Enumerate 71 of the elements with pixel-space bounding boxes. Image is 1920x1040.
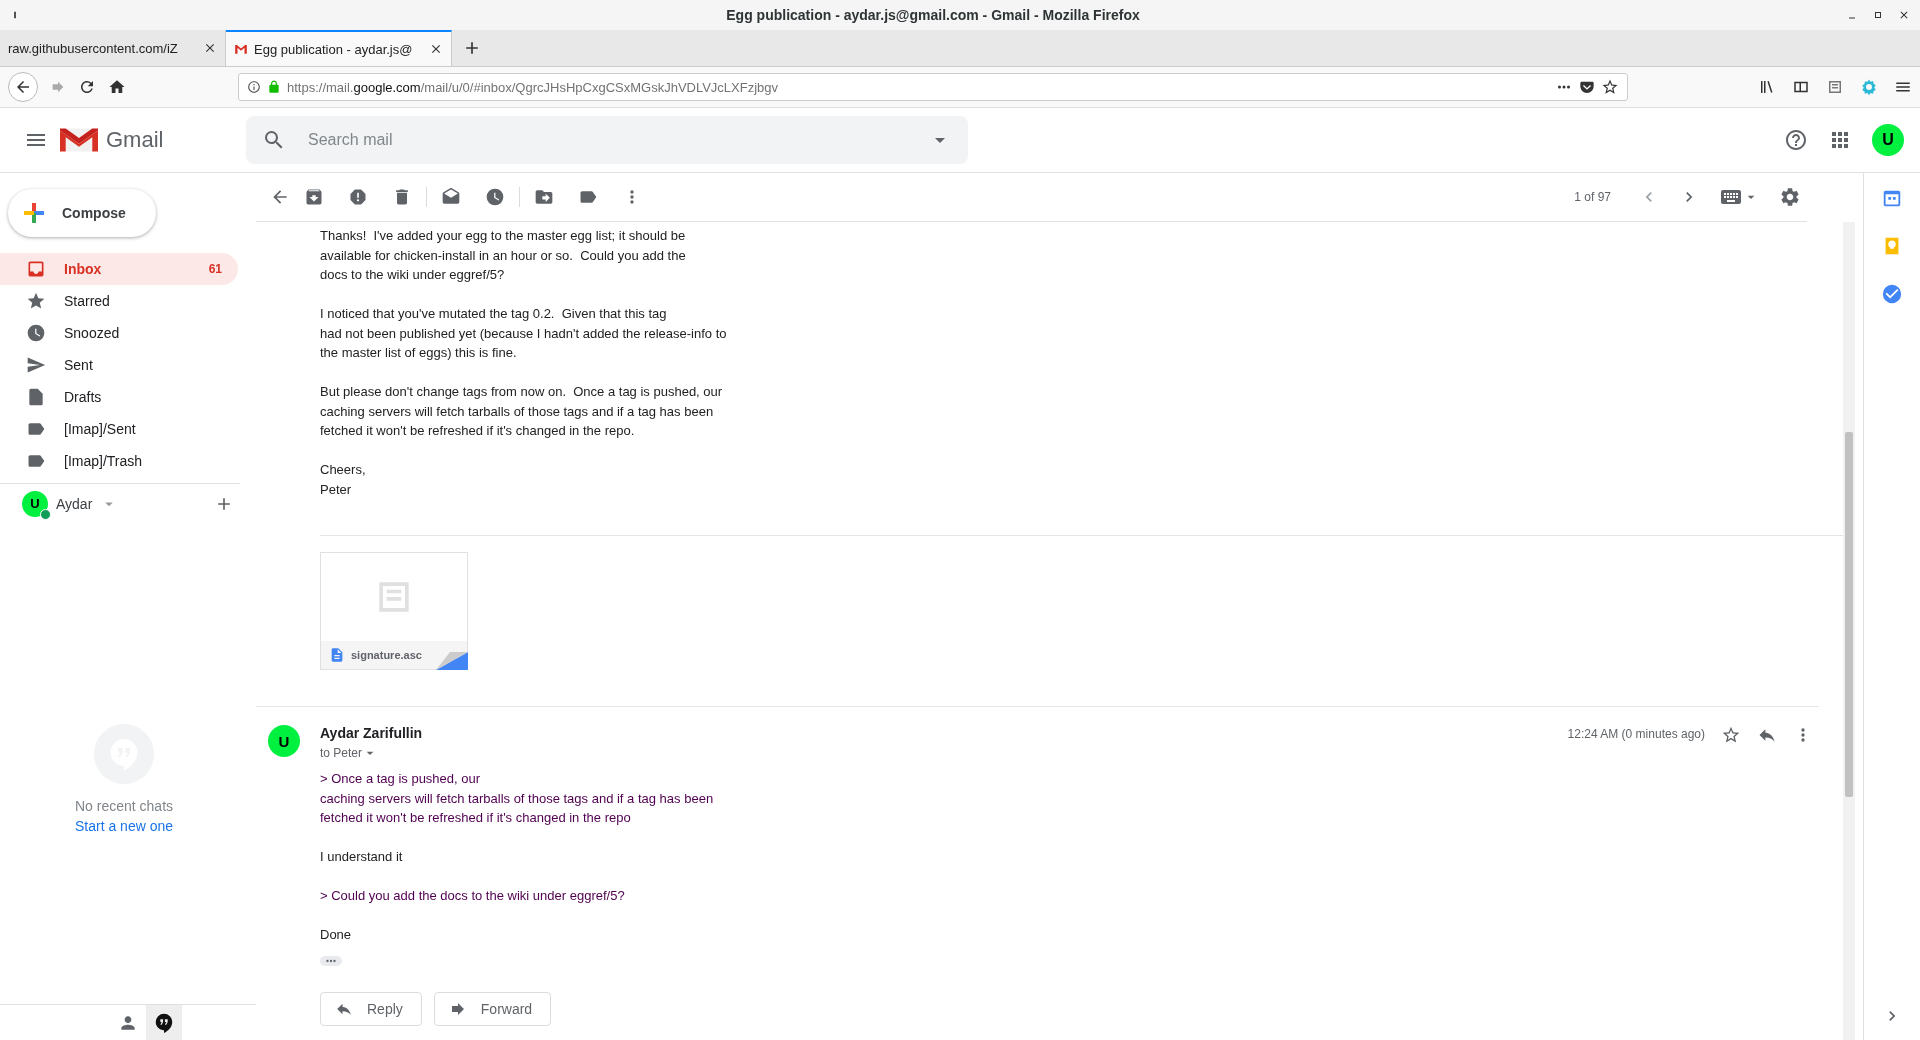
message-paragraph: Done <box>320 926 353 944</box>
compose-button[interactable]: Compose <box>8 189 156 237</box>
message-paragraph: But please don't change tags from now on. Once a tag is pushed, our caching servers will fetch tarballs of those tags and if a tag has been fetched it won't be refreshed if it's changed in the repo. <box>320 383 724 440</box>
folder-item[interactable]: Snoozed <box>0 317 238 349</box>
quote-icon <box>153 1011 175 1034</box>
message-time: 12:24 AM (0 minutes ago) <box>1567 727 1705 741</box>
reply-button[interactable]: Reply <box>320 992 422 1026</box>
start-chat-link[interactable]: Start a new one <box>74 818 174 834</box>
chat-tab[interactable] <box>146 1005 182 1040</box>
pocket-icon[interactable] <box>1579 79 1595 95</box>
account-avatar[interactable]: U <box>1872 124 1904 156</box>
address-bar[interactable]: https://mail.google.com/mail/u/0/#inbox/QgrcJHsHpCxgCSxMGskJhVDLVJcLXFzjbgv <box>238 73 1628 101</box>
archive-icon[interactable] <box>304 187 324 207</box>
brand-name: Gmail <box>106 127 165 153</box>
info-icon[interactable] <box>247 80 261 94</box>
quoted-text: > Could you add the docs to the wiki under eggref/5? <box>320 887 626 905</box>
maximize-icon[interactable] <box>1872 9 1884 21</box>
close-tab-icon[interactable] <box>203 41 217 55</box>
url-text: https://mail.google.com/mail/u/0/#inbox/QgrcJHsHpCxgCSxMGskJhVDLVJcLXFzjbgv <box>287 79 780 95</box>
attachment-filename: signature.asc <box>351 649 422 661</box>
message-paragraph: I understand it <box>320 848 404 866</box>
folder-item[interactable]: [Imap]/Trash <box>0 445 238 477</box>
folder-item[interactable]: Starred <box>0 285 238 317</box>
pager-text: 1 of 97 <box>1574 190 1611 204</box>
document-icon <box>329 647 345 663</box>
message-paragraph: Thanks! I've added your egg to the master egg list; it should be available for chicken-install in an hour or so. Could you add the docs to the wiki under eggref/5? <box>320 227 687 284</box>
scrollbar-thumb[interactable] <box>1845 432 1853 797</box>
settings-icon[interactable] <box>1779 186 1801 208</box>
report-icon[interactable] <box>348 187 368 207</box>
quoted-text: > Once a tag is pushed, our caching servers will fetch tarballs of those tags and if a tag has been fetched it won't be refreshed if it's changed in the repo <box>320 770 715 827</box>
recipient-text: to Peter <box>320 746 363 760</box>
user-avatar[interactable]: U <box>22 490 48 517</box>
folder-item[interactable]: Sent <box>0 349 238 381</box>
inbox-icon <box>26 259 46 279</box>
lock-icon <box>267 80 281 94</box>
corner-fold-icon <box>436 652 468 670</box>
window-title: Egg publication - aydar.js@gmail.com - Gmail - Mozilla Firefox <box>725 7 1141 23</box>
sender-avatar: U <box>268 725 300 757</box>
plus-icon <box>22 201 46 225</box>
reader-icon[interactable] <box>1826 78 1844 96</box>
help-icon[interactable] <box>1784 128 1808 152</box>
send-icon <box>26 355 46 375</box>
folder-item[interactable]: Drafts <box>0 381 238 413</box>
sender-name: Aydar Zarifullin <box>320 725 423 741</box>
back-button[interactable] <box>8 72 38 102</box>
bookmark-star-icon[interactable] <box>1601 78 1619 96</box>
folder-item[interactable]: [Imap]/Sent <box>0 413 238 445</box>
unread-count: 61 <box>208 262 223 276</box>
star-icon <box>26 291 46 311</box>
reload-icon[interactable] <box>78 78 96 96</box>
star-icon[interactable] <box>1721 725 1741 745</box>
home-icon[interactable] <box>108 78 126 96</box>
account-name[interactable]: Aydar <box>56 495 93 512</box>
checkmark-icon[interactable] <box>1881 283 1903 305</box>
document-icon <box>26 387 46 407</box>
open-envelope-icon[interactable] <box>441 187 461 207</box>
empty-chats-text: No recent chats <box>74 798 174 814</box>
envelope-icon <box>234 42 248 56</box>
close-tab-icon[interactable] <box>429 42 443 56</box>
clock-icon <box>26 323 46 343</box>
forward-button[interactable]: Forward <box>433 992 552 1026</box>
attachment-card[interactable]: signature.asc <box>320 552 468 670</box>
close-icon[interactable] <box>1898 9 1910 21</box>
message-paragraph: I noticed that you've mutated the tag 0.2. Given that this tag had not been published yet (because I hadn't added the release-info to the master list of eggs) this is fine. <box>320 305 728 362</box>
show-trimmed-button[interactable] <box>320 956 342 966</box>
browser-tab[interactable]: Egg publication - aydar.js@ <box>226 30 452 66</box>
search-field[interactable]: Search mail <box>246 116 968 164</box>
message-paragraph: Cheers, Peter <box>320 461 367 499</box>
move-to-folder-icon[interactable] <box>534 187 554 207</box>
folder-item[interactable]: Inbox 61 <box>0 253 238 285</box>
clock-icon[interactable] <box>485 187 505 207</box>
